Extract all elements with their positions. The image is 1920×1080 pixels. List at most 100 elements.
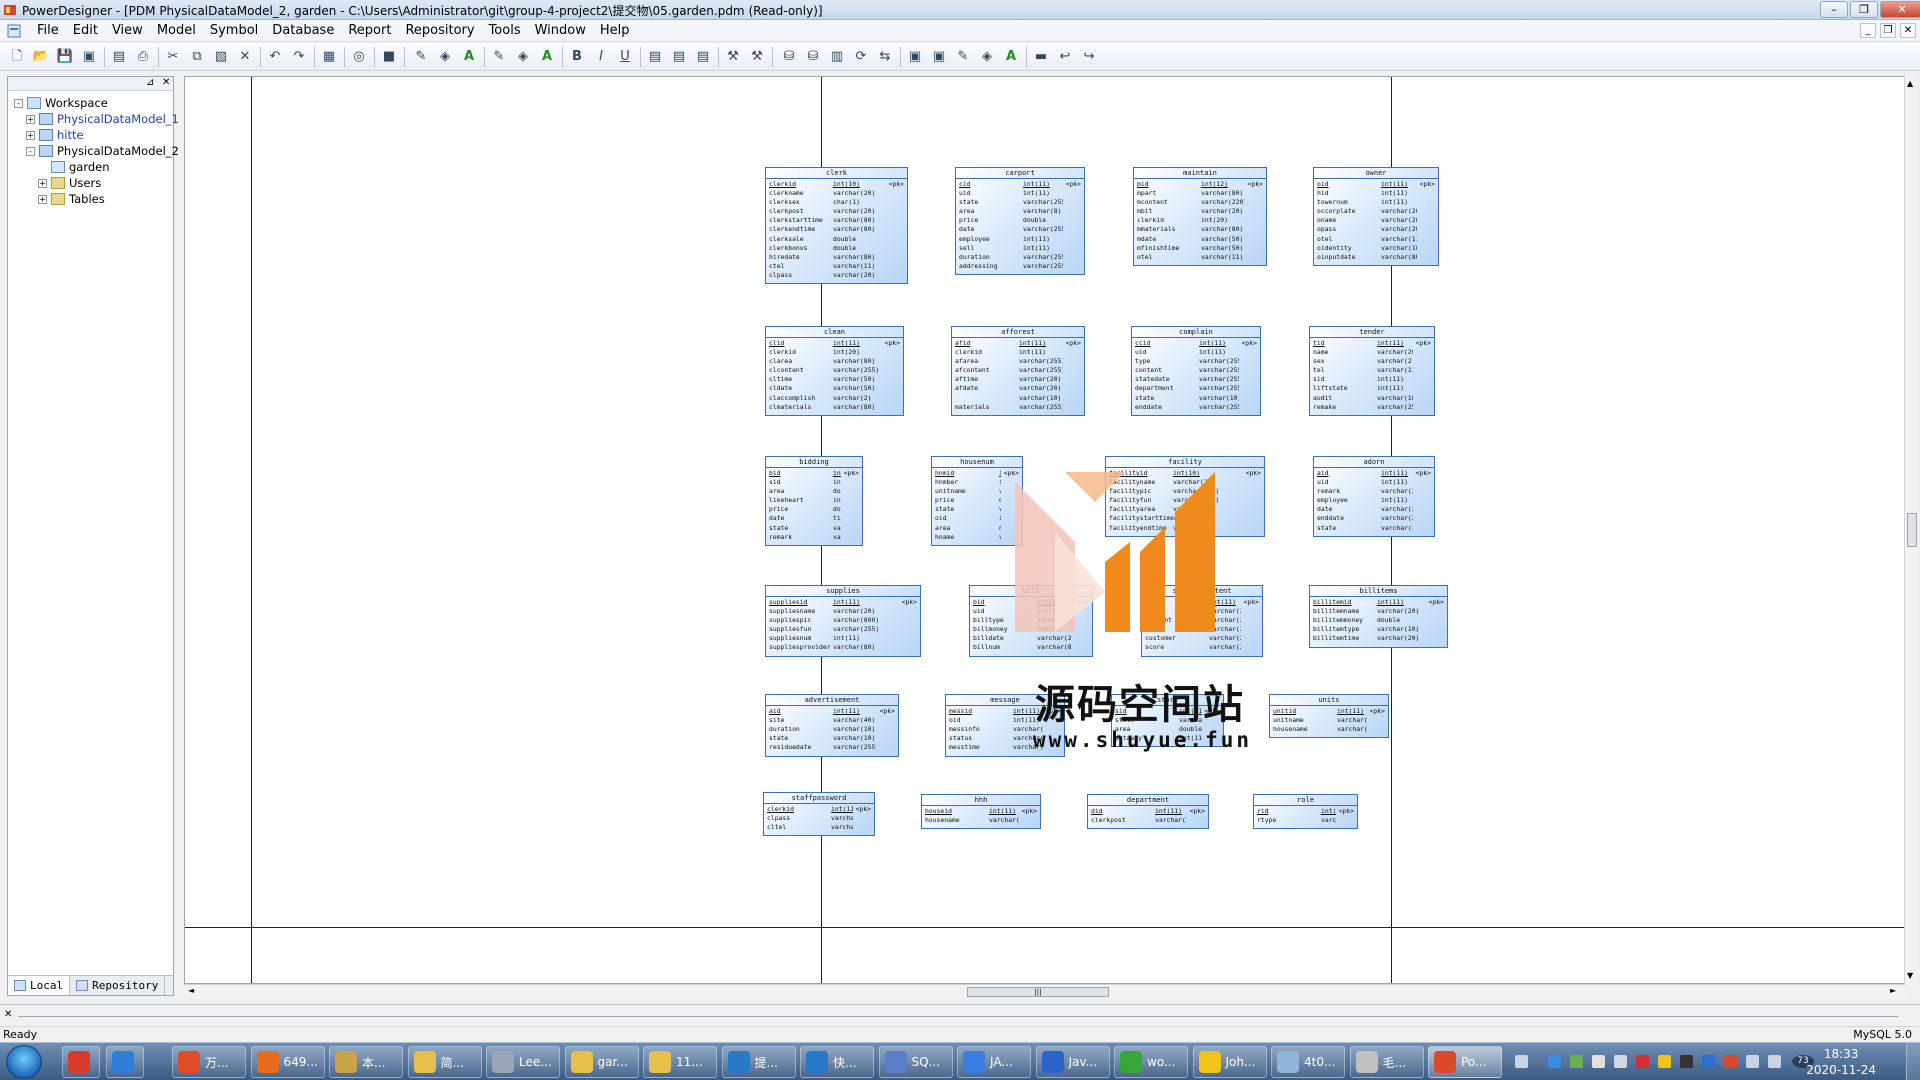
expand-icon[interactable]: + xyxy=(38,194,47,204)
tray-keyboard-icon[interactable] xyxy=(1515,1055,1528,1068)
table-bidding[interactable]: biddingbidint(11)<pk>sidint(11)areadoubl… xyxy=(765,456,863,546)
close-window-button[interactable]: ✕ xyxy=(1880,1,1920,18)
menu-help[interactable]: Help xyxy=(593,23,637,38)
table-billitems[interactable]: billitems billitemid int(11) <pk> billitemna… xyxy=(1309,585,1448,648)
tree-item-hitte[interactable]: + hitte xyxy=(26,127,84,143)
comment-icon[interactable]: ▬ xyxy=(1032,48,1050,66)
taskbar-button[interactable]: 649... xyxy=(250,1046,325,1078)
taskbar-button[interactable]: 万... xyxy=(172,1046,246,1078)
compare-icon[interactable]: ⇆ xyxy=(876,48,894,66)
scroll-right-icon[interactable]: ► xyxy=(1890,986,1896,995)
cut-icon[interactable]: ✂ xyxy=(164,48,182,66)
table-carport[interactable]: carport cid int(11) <pk> uid int(11) state varc… xyxy=(955,167,1085,275)
line-style-icon[interactable]: ✎ xyxy=(490,48,508,66)
tray-shield-icon[interactable] xyxy=(1702,1055,1715,1068)
vertical-scrollbar[interactable]: ▲ ▼ xyxy=(1904,76,1918,984)
maximize-button[interactable]: ❐ xyxy=(1850,1,1878,18)
tab-repository[interactable]: Repository xyxy=(70,976,166,995)
tree-item-users[interactable]: + Users xyxy=(38,175,101,191)
menu-symbol[interactable]: Symbol xyxy=(203,23,265,38)
reverse-engineer-icon[interactable]: ⛁ xyxy=(804,48,822,66)
vertical-scroll-thumb[interactable] xyxy=(1907,513,1917,547)
text-icon[interactable]: A xyxy=(1002,48,1020,66)
expand-icon[interactable]: + xyxy=(26,114,35,124)
tool-b-icon[interactable]: ⚒ xyxy=(748,48,766,66)
taskbar-button[interactable]: SQ... xyxy=(878,1046,953,1078)
start-button[interactable] xyxy=(6,1045,42,1079)
table-clerk[interactable]: clerk clerkid int(10) <pk> clerkname varchar(… xyxy=(765,167,908,285)
tray-app-icon[interactable] xyxy=(1592,1055,1605,1068)
scroll-left-icon[interactable]: ◄ xyxy=(188,986,194,995)
taskbar-button[interactable]: 简... xyxy=(407,1046,482,1078)
system-clock[interactable]: 18:33 2020-11-24 xyxy=(1806,1046,1876,1078)
mdi-restore-button[interactable]: ❐ xyxy=(1880,23,1896,38)
fill-icon[interactable]: ◈ xyxy=(978,48,996,66)
scroll-down-icon[interactable]: ▼ xyxy=(1907,971,1913,980)
underline-icon[interactable]: U xyxy=(616,48,634,66)
taskbar-button[interactable]: wo... xyxy=(1114,1046,1188,1078)
table-afforest[interactable]: afforest afid int(11) <pk> clerkid int(11) afa… xyxy=(951,326,1085,416)
horizontal-scrollbar[interactable]: ◄ ||| ► xyxy=(184,984,1905,998)
save-all-icon[interactable]: ▣ xyxy=(80,48,98,66)
table-department[interactable]: department did int(11) <pk> clerkpost varchar… xyxy=(1087,794,1209,830)
tab-local[interactable]: Local xyxy=(8,976,71,995)
line-color-icon[interactable]: ✎ xyxy=(412,48,430,66)
collapse-icon[interactable]: - xyxy=(26,146,35,156)
table-maintain[interactable]: maintain mid int(12) <pk> mpart varchar(80) mc… xyxy=(1133,167,1267,266)
back-icon[interactable]: ↩ xyxy=(1056,48,1074,66)
print-preview-icon[interactable]: ▤ xyxy=(110,48,128,66)
pen-icon[interactable]: ✎ xyxy=(954,48,972,66)
save-icon[interactable]: 💾 xyxy=(56,48,74,66)
taskbar-button[interactable]: gar... xyxy=(564,1046,639,1078)
undo-icon[interactable]: ↶ xyxy=(266,48,284,66)
fill-style-icon[interactable]: ◈ xyxy=(514,48,532,66)
tray-app-icon[interactable] xyxy=(1614,1055,1627,1068)
expand-icon[interactable]: + xyxy=(38,178,47,188)
tree-item-physicaldatamodel-1[interactable]: + PhysicalDataModel_1 xyxy=(26,111,179,127)
table-sessioncontent[interactable]: sessioncontent sid int(11) <pk> uname varchar… xyxy=(1141,585,1263,657)
menu-report[interactable]: Report xyxy=(341,23,398,38)
text-style-icon[interactable]: A xyxy=(538,48,556,66)
table-units[interactable]: unitsunitid int(11) <pk> unitname varchar(10… xyxy=(1269,694,1389,739)
scroll-up-icon[interactable]: ▲ xyxy=(1907,79,1913,88)
table-owner[interactable]: owner oid int(11) <pk> hid int(11) towernum int… xyxy=(1313,167,1439,266)
refresh-icon[interactable]: ⟳ xyxy=(852,48,870,66)
menu-model[interactable]: Model xyxy=(150,23,203,38)
menu-tools[interactable]: Tools xyxy=(482,23,528,38)
table-hhh[interactable]: hhhhouseid int(11) <pk> housename varchar(10… xyxy=(921,794,1041,830)
minimize-button[interactable]: – xyxy=(1820,1,1848,18)
show-desktop-button[interactable] xyxy=(1906,1043,1920,1080)
open-icon[interactable]: 📂 xyxy=(32,48,50,66)
menu-view[interactable]: View xyxy=(105,23,150,38)
align-right-icon[interactable]: ▤ xyxy=(694,48,712,66)
italic-icon[interactable]: I xyxy=(592,48,610,66)
menu-file[interactable]: File xyxy=(30,23,66,38)
paste-icon[interactable]: ▧ xyxy=(212,48,230,66)
table-supplies[interactable]: supplies suppliesid int(11) <pk> suppliesnam… xyxy=(765,585,921,657)
expand-icon[interactable]: + xyxy=(26,130,35,140)
taskbar-button[interactable]: 快... xyxy=(800,1046,874,1078)
table-clean[interactable]: clean clid int(11) <pk> clerkid int(20) clarea… xyxy=(765,326,904,416)
close-output-icon[interactable]: ✕ xyxy=(4,1009,12,1020)
tray-app-icon[interactable] xyxy=(1724,1055,1737,1068)
copy-icon[interactable]: ⧉ xyxy=(188,48,206,66)
taskbar-button[interactable]: 4t0... xyxy=(1271,1046,1345,1078)
table-tender[interactable]: tendertid int(11) <pk> name varchar(20) sex va… xyxy=(1309,326,1435,416)
mdi-close-button[interactable]: ✕ xyxy=(1900,23,1916,38)
font-color-icon[interactable]: A xyxy=(460,48,478,66)
taskbar-button[interactable]: 本... xyxy=(329,1046,403,1078)
taskbar-button[interactable]: 11... xyxy=(643,1046,717,1078)
tree-item-tables[interactable]: + Tables xyxy=(38,191,105,207)
tray-app-icon[interactable] xyxy=(1636,1055,1649,1068)
diagram-canvas[interactable]: clerk clerkid int(10) <pk> clerkname varchar(… xyxy=(184,76,1905,984)
tray-app-icon[interactable] xyxy=(1548,1055,1561,1068)
taskbar-button[interactable]: 毛... xyxy=(1349,1046,1424,1078)
table-housenum[interactable]: housenumhnmidint(11)<pk>hnmberint(11)uni… xyxy=(931,456,1023,546)
align-left-icon[interactable]: ▤ xyxy=(646,48,664,66)
taskbar-button[interactable]: Jav... xyxy=(1035,1046,1110,1078)
menu-window[interactable]: Window xyxy=(528,23,593,38)
redo-icon[interactable]: ↷ xyxy=(290,48,308,66)
taskbar-button[interactable] xyxy=(106,1046,144,1078)
table-bill[interactable]: bill bid int(11) <pk> uid int(11) billtype varc… xyxy=(969,585,1093,657)
close-browser-icon[interactable]: ✕ xyxy=(162,77,170,88)
